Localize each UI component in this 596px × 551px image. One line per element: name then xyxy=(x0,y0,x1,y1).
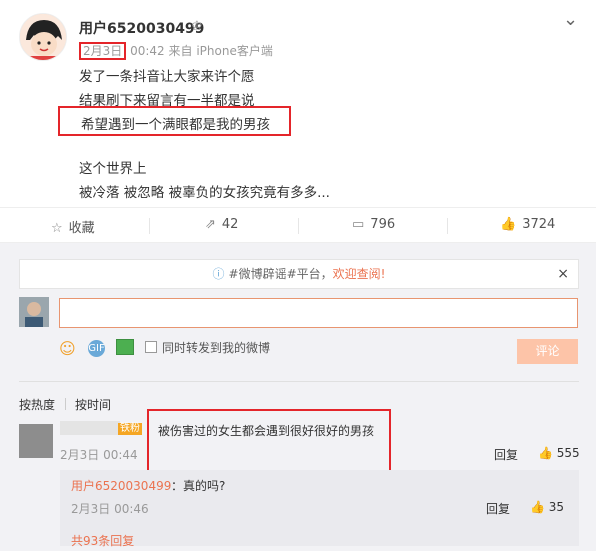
thumbs-up-icon: 👍 xyxy=(538,446,553,460)
notice-link[interactable]: 欢迎查阅! xyxy=(333,267,386,281)
fan-badge: 铁粉 xyxy=(118,423,142,435)
post-line-3-highlight: 希望遇到一个满眼都是我的男孩 xyxy=(58,106,291,136)
star-icon: ☆ xyxy=(51,221,63,236)
collect-button[interactable]: ☆ 收藏 xyxy=(51,217,95,236)
post-date[interactable]: 2月3日 xyxy=(79,42,127,60)
more-replies-link[interactable]: 共93条回复 xyxy=(71,532,134,549)
post-line-4: 这个世界上 xyxy=(79,161,147,177)
sub-comment-text: ：真的吗? xyxy=(171,479,226,493)
forward-button[interactable]: ⇗ 42 xyxy=(205,217,238,232)
sub-comment-like-button[interactable]: 👍 35 xyxy=(530,500,564,514)
comment-input[interactable] xyxy=(59,298,578,328)
divider xyxy=(19,381,579,382)
sub-commenter-name[interactable]: 用户6520030499 xyxy=(71,477,171,494)
sort-by-time[interactable]: 按时间 xyxy=(75,396,111,413)
commenter-avatar[interactable] xyxy=(19,424,53,458)
post-line-1: 发了一条抖音让大家来许个愿 xyxy=(79,69,255,85)
comment-like-button[interactable]: 👍 555 xyxy=(538,446,580,460)
vip-crown-icon: ♔ xyxy=(191,19,203,34)
notice-banner: ⓘ #微博辟谣#平台，欢迎查阅! × xyxy=(19,259,579,289)
comment-icon: ▭ xyxy=(352,217,365,232)
image-icon[interactable] xyxy=(116,339,134,355)
post-meta: 2月3日 00:42 来自 iPhone客户端 xyxy=(79,42,273,60)
forward-icon: ⇗ xyxy=(205,217,216,232)
submit-comment-button[interactable]: 评论 xyxy=(517,339,578,364)
gif-icon[interactable]: GIF xyxy=(88,340,105,357)
sort-separator xyxy=(65,398,66,410)
thumbs-up-icon: 👍 xyxy=(530,500,545,514)
post-line-5: 被冷落 被忽略 被辜负的女孩究竟有多多... xyxy=(79,185,330,201)
comment-text: 被伤害过的女生都会遇到很好很好的男孩 xyxy=(158,424,375,438)
sort-by-hot[interactable]: 按热度 xyxy=(19,396,55,413)
sub-comment-date: 2月3日 00:46 xyxy=(71,502,149,516)
author-avatar[interactable] xyxy=(19,13,67,61)
like-button[interactable]: 👍 3724 xyxy=(500,217,555,232)
thumbs-up-icon: 👍 xyxy=(500,217,517,232)
chevron-down-icon[interactable]: ⌄ xyxy=(563,9,578,30)
action-bar: ☆ 收藏 ⇗ 42 ▭ 796 👍 3724 xyxy=(0,207,596,243)
sync-label: 同时转发到我的微博 xyxy=(162,341,271,355)
sync-checkbox[interactable] xyxy=(145,341,157,353)
post-time-source: 00:42 来自 iPhone客户端 xyxy=(130,44,273,58)
author-name[interactable]: 用户6520030499 xyxy=(79,18,204,38)
post-line-3: 希望遇到一个满眼都是我的男孩 xyxy=(81,117,270,133)
notice-text: #微博辟谣#平台， xyxy=(228,267,333,281)
comment-date: 2月3日 00:44 xyxy=(60,448,138,462)
sub-comment-reply-button[interactable]: 回复 xyxy=(486,500,510,517)
commenter-name-blurred[interactable] xyxy=(60,421,120,435)
info-icon: ⓘ xyxy=(212,267,225,281)
close-icon[interactable]: × xyxy=(557,260,569,288)
comment-reply-button[interactable]: 回复 xyxy=(494,446,518,463)
my-avatar xyxy=(19,297,49,327)
comment-button[interactable]: ▭ 796 xyxy=(352,217,395,232)
emoji-icon[interactable]: ☺ xyxy=(59,339,76,358)
